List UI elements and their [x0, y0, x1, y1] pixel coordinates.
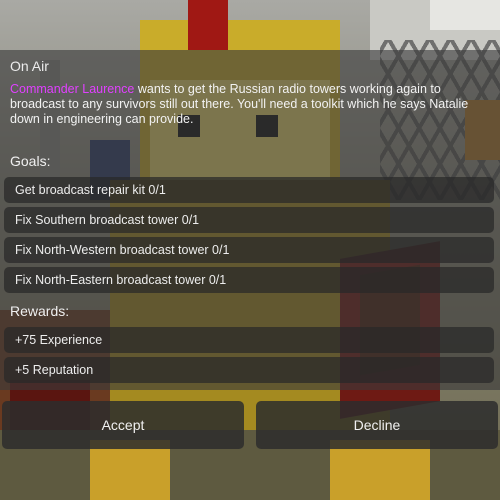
- npc-boot: [330, 440, 430, 500]
- npc-boot: [90, 440, 170, 500]
- npc-helmet-crest: [188, 0, 228, 50]
- quest-description: Commander Laurence wants to get the Russ…: [10, 82, 490, 127]
- goal-item: Get broadcast repair kit 0/1: [4, 177, 494, 203]
- quest-title: On Air: [10, 58, 49, 74]
- goal-item: Fix Southern broadcast tower 0/1: [4, 207, 494, 233]
- reward-item: +5 Reputation: [4, 357, 494, 383]
- goal-item: Fix North-Western broadcast tower 0/1: [4, 237, 494, 263]
- goals-label: Goals:: [10, 153, 51, 169]
- decline-button[interactable]: Decline: [256, 401, 498, 449]
- goal-item: Fix North-Eastern broadcast tower 0/1: [4, 267, 494, 293]
- rewards-label: Rewards:: [10, 303, 70, 319]
- npc-name: Commander Laurence: [10, 82, 135, 96]
- quest-dialog: On Air Commander Laurence wants to get t…: [0, 50, 500, 390]
- reward-item: +75 Experience: [4, 327, 494, 353]
- background-building: [430, 0, 500, 30]
- accept-button[interactable]: Accept: [2, 401, 244, 449]
